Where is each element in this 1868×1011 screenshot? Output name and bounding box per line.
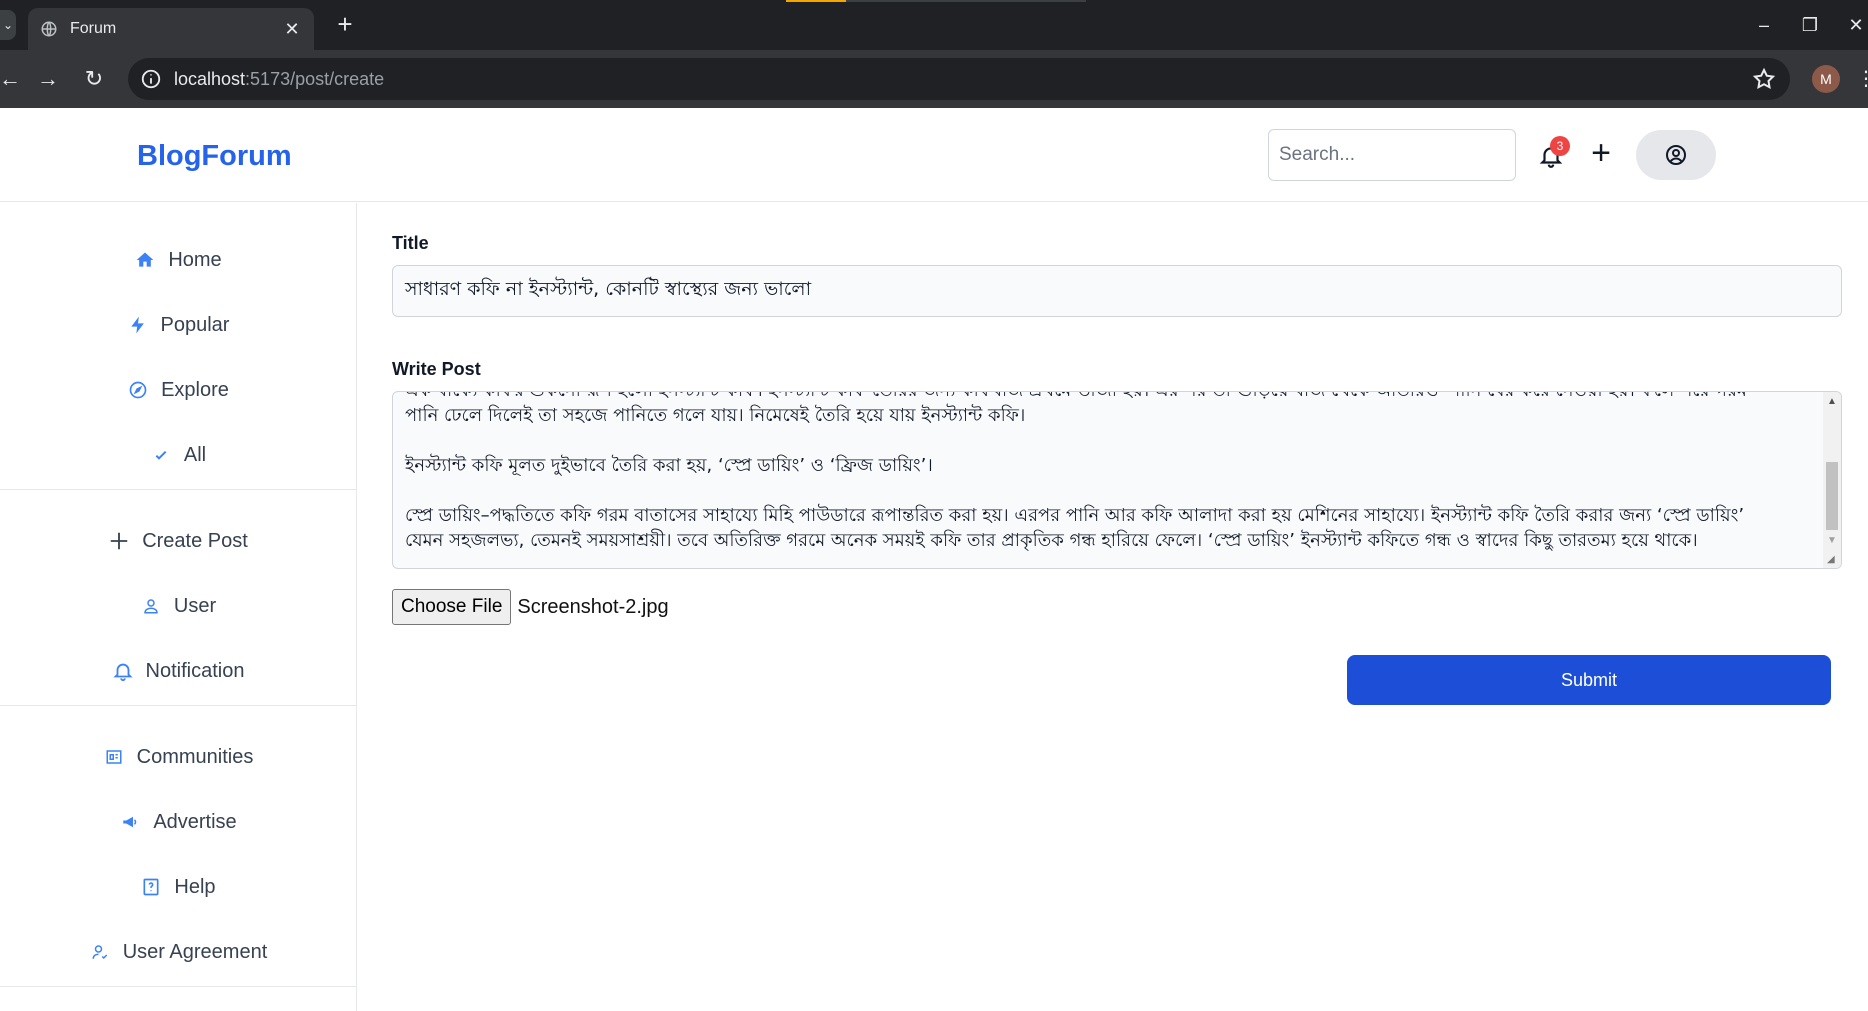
sidebar-item-label: Popular bbox=[160, 313, 230, 336]
sidebar-item-label: All bbox=[183, 443, 207, 466]
sidebar-item-explore[interactable]: Explore bbox=[0, 370, 356, 410]
scroll-up-arrow-icon[interactable]: ▲ bbox=[1827, 396, 1837, 407]
sidebar-item-communities[interactable]: Communities bbox=[0, 737, 356, 777]
tab-title: Forum bbox=[70, 20, 117, 37]
check-icon bbox=[150, 444, 172, 466]
user-agreement-icon bbox=[89, 941, 111, 963]
browser-tab-bar: ⌄ Forum ✕ + – ❐ ✕ bbox=[0, 0, 1868, 50]
sidebar-divider bbox=[0, 705, 356, 706]
sidebar-item-label: Create Post bbox=[142, 529, 248, 552]
create-post-form: Title সাধারণ কফি না ইনস্ট্যান্ট, কোনটি স… bbox=[357, 203, 1868, 1011]
tab-search-chevron-icon[interactable]: ⌄ bbox=[0, 10, 16, 40]
sidebar-item-notification[interactable]: Notification bbox=[0, 651, 356, 691]
communities-icon bbox=[103, 746, 125, 768]
sidebar-item-advertise[interactable]: Advertise bbox=[0, 802, 356, 842]
create-post-plus-icon[interactable]: + bbox=[1586, 136, 1616, 170]
home-icon bbox=[134, 249, 156, 271]
scrollbar-thumb[interactable] bbox=[1826, 462, 1838, 530]
notification-count-badge: 3 bbox=[1550, 136, 1570, 156]
close-tab-icon[interactable]: ✕ bbox=[282, 19, 302, 40]
sidebar-item-label: Help bbox=[174, 875, 216, 898]
sidebar-divider bbox=[0, 986, 356, 987]
file-upload: Choose File Screenshot-2.jpg bbox=[392, 589, 669, 625]
scroll-down-arrow-icon[interactable]: ▼ bbox=[1827, 535, 1837, 546]
sidebar: Home Popular Explore All Create Post Use… bbox=[0, 203, 357, 1011]
sidebar-divider bbox=[0, 489, 356, 490]
sidebar-item-user[interactable]: User bbox=[0, 586, 356, 626]
sidebar-item-user-agreement[interactable]: User Agreement bbox=[0, 932, 356, 972]
sidebar-item-home[interactable]: Home bbox=[0, 240, 356, 280]
url-path: :5173/post/create bbox=[245, 68, 385, 89]
browser-tab[interactable]: Forum ✕ bbox=[28, 8, 314, 50]
compass-icon bbox=[127, 379, 149, 401]
browser-toolbar: ← → ↻ localhost:5173/post/create M ⋮ bbox=[0, 50, 1868, 108]
globe-icon bbox=[41, 21, 57, 37]
site-logo[interactable]: BlogForum bbox=[137, 140, 292, 173]
bolt-icon bbox=[127, 314, 149, 336]
sidebar-item-help[interactable]: Help bbox=[0, 867, 356, 907]
choose-file-button[interactable]: Choose File bbox=[392, 589, 512, 625]
sidebar-item-label: User bbox=[173, 594, 217, 617]
back-arrow-icon[interactable]: ← bbox=[0, 63, 26, 95]
user-icon bbox=[140, 595, 162, 617]
sidebar-item-label: Home bbox=[168, 248, 222, 271]
address-bar[interactable]: localhost:5173/post/create bbox=[128, 58, 1790, 100]
sidebar-item-label: Explore bbox=[161, 378, 229, 401]
loading-indicator bbox=[786, 0, 1086, 2]
post-body-text: এক বাক্যে কফির শুকনো রূপ হলো ইনস্ট্যান্ট… bbox=[405, 392, 1747, 551]
minimize-icon[interactable]: – bbox=[1744, 8, 1784, 42]
help-icon bbox=[140, 876, 162, 898]
sidebar-item-label: Communities bbox=[136, 745, 254, 768]
title-input[interactable]: সাধারণ কফি না ইনস্ট্যান্ট, কোনটি স্বাস্থ… bbox=[392, 265, 1842, 317]
forward-arrow-icon[interactable]: → bbox=[32, 63, 64, 95]
app-header: BlogForum 3 + bbox=[0, 108, 1868, 202]
search-input[interactable] bbox=[1268, 129, 1516, 181]
write-post-label: Write Post bbox=[392, 359, 481, 379]
user-menu-button[interactable] bbox=[1636, 130, 1716, 180]
sidebar-item-label: User Agreement bbox=[122, 940, 268, 963]
sidebar-item-create-post[interactable]: Create Post bbox=[0, 521, 356, 561]
bookmark-star-icon[interactable] bbox=[1752, 67, 1776, 91]
megaphone-icon bbox=[119, 811, 141, 833]
user-circle-icon bbox=[1666, 145, 1686, 165]
browser-menu-icon[interactable]: ⋮ bbox=[1856, 64, 1868, 94]
plus-icon bbox=[108, 530, 130, 552]
title-label: Title bbox=[392, 233, 429, 253]
selected-file-name: Screenshot-2.jpg bbox=[517, 595, 669, 618]
reload-icon[interactable]: ↻ bbox=[78, 63, 110, 95]
submit-button[interactable]: Submit bbox=[1347, 655, 1831, 705]
site-info-icon[interactable] bbox=[140, 68, 162, 90]
new-tab-button[interactable]: + bbox=[330, 10, 360, 40]
window-close-icon[interactable]: ✕ bbox=[1836, 8, 1868, 42]
sidebar-item-popular[interactable]: Popular bbox=[0, 305, 356, 345]
sidebar-item-label: Notification bbox=[145, 659, 245, 682]
resize-handle-icon[interactable]: ◢ bbox=[1827, 554, 1839, 566]
sidebar-item-label: Advertise bbox=[153, 810, 237, 833]
sidebar-item-all[interactable]: All bbox=[0, 435, 356, 475]
textarea-scrollbar[interactable]: ▲ ▼ bbox=[1823, 392, 1841, 568]
url-host: localhost bbox=[174, 68, 246, 89]
bell-icon bbox=[112, 660, 134, 682]
post-body-textarea[interactable]: এক বাক্যে কফির শুকনো রূপ হলো ইনস্ট্যান্ট… bbox=[392, 391, 1842, 569]
restore-icon[interactable]: ❐ bbox=[1790, 8, 1830, 42]
profile-avatar[interactable]: M bbox=[1812, 65, 1840, 93]
